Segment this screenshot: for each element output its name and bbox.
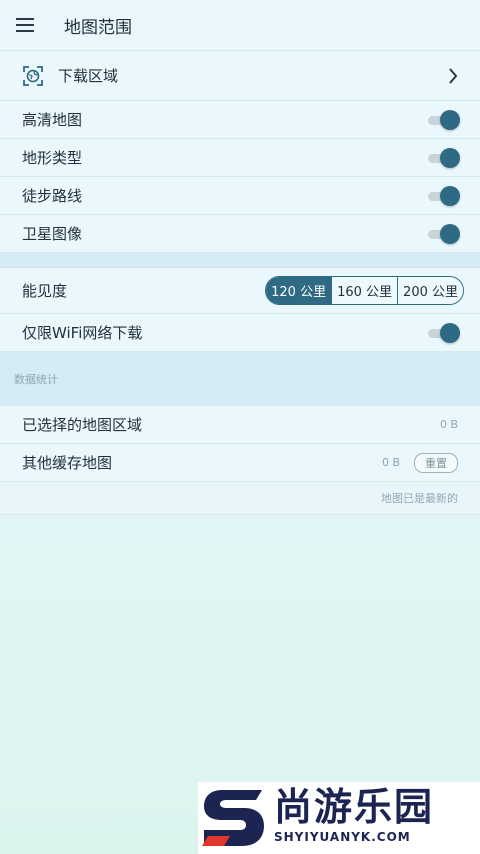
chevron-right-icon[interactable] (448, 67, 458, 84)
visibility-row: 能见度 120 公里 160 公里 200 公里 (0, 268, 480, 314)
toggle-label: 地形类型 (22, 149, 83, 167)
terrain-toggle[interactable] (426, 147, 460, 168)
reset-button[interactable]: 重置 (414, 452, 458, 473)
download-region-label: 下载区域 (58, 67, 119, 85)
watermark-cn-text: 尚游乐园 (274, 785, 435, 829)
selected-region-label: 已选择的地图区域 (22, 416, 143, 434)
selected-region-row: 已选择的地图区域 0 B (0, 406, 480, 444)
toggle-label: 高清地图 (22, 111, 83, 129)
top-app-bar: 地图范围 (0, 0, 480, 51)
other-cache-row: 其他缓存地图 0 B 重置 (0, 444, 480, 482)
other-cache-size: 0 B (381, 456, 400, 469)
section-divider (0, 253, 480, 268)
hd-map-toggle[interactable] (426, 109, 460, 130)
toggle-row-satellite: 卫星图像 (0, 215, 480, 253)
toggle-label: 卫星图像 (22, 225, 83, 243)
map-region-icon (23, 65, 43, 86)
page-title: 地图范围 (64, 17, 132, 38)
visibility-option-120[interactable]: 120 公里 (266, 277, 332, 304)
wifi-only-row: 仅限WiFi网络下载 (0, 314, 480, 352)
visibility-option-160[interactable]: 160 公里 (331, 277, 398, 304)
selected-region-size: 0 B (439, 418, 458, 431)
watermark-s-logo-icon (202, 790, 264, 846)
satellite-toggle[interactable] (426, 223, 460, 244)
watermark-en-text: SHYIYUANYK.COM (274, 830, 411, 844)
toggle-row-hiking: 徒步路线 (0, 177, 480, 215)
visibility-segmented-control: 120 公里 160 公里 200 公里 (265, 276, 464, 305)
toggle-label: 徒步路线 (22, 187, 83, 205)
stats-section-header: 数据统计 (0, 352, 480, 406)
wifi-only-label: 仅限WiFi网络下载 (22, 324, 143, 342)
hiking-toggle[interactable] (426, 185, 460, 206)
toggle-row-terrain: 地形类型 (0, 139, 480, 177)
other-cache-label: 其他缓存地图 (22, 454, 113, 472)
watermark-logo: 尚游乐园 SHYIYUANYK.COM (198, 782, 480, 854)
menu-icon[interactable] (0, 0, 50, 50)
map-status-text: 地图已是最新的 (0, 482, 480, 515)
visibility-label: 能见度 (22, 282, 68, 300)
wifi-only-toggle[interactable] (426, 322, 460, 343)
download-region-row[interactable]: 下载区域 (0, 51, 480, 101)
toggle-row-hd-map: 高清地图 (0, 101, 480, 139)
visibility-option-200[interactable]: 200 公里 (397, 277, 463, 304)
